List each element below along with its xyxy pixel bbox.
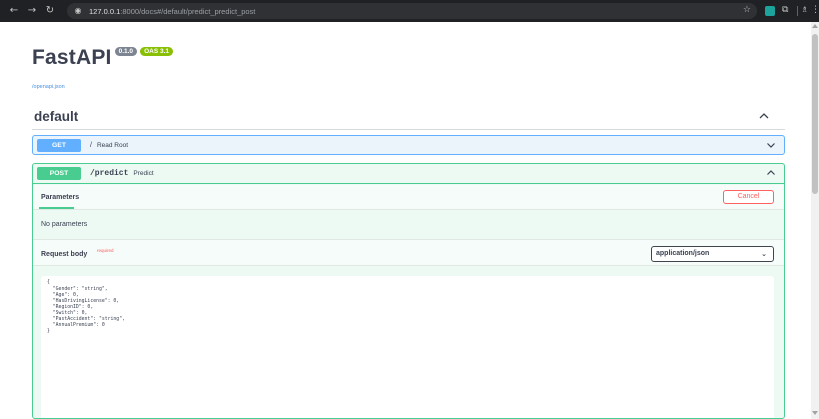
code-line: { <box>47 280 50 285</box>
extensions-puzzle-icon[interactable]: ⧉ <box>782 5 793 17</box>
active-tab-indicator <box>39 207 74 209</box>
method-badge-get: GET <box>37 138 81 152</box>
method-badge-post: POST <box>37 167 81 180</box>
code-line: "Switch": 0, <box>47 311 88 316</box>
code-line: "Age": 0, <box>47 293 79 298</box>
section-divider <box>32 129 785 130</box>
swagger-page: FastAPI 0.1.0 OAS 3.1 /openapi.json defa… <box>0 22 811 419</box>
operation-path: /predict <box>90 169 129 178</box>
extension-icon[interactable] <box>765 6 775 16</box>
operation-post-predict: POST /predict Predict Parameters Cancel … <box>32 163 785 419</box>
browser-toolbar: ← → ↻ ◉ 127.0.0.1:8000/docs#/default/pre… <box>0 0 819 22</box>
scroll-up-arrow-icon[interactable] <box>812 24 818 28</box>
openapi-json-link[interactable]: /openapi.json <box>32 84 65 90</box>
api-title-row: FastAPI 0.1.0 OAS 3.1 <box>32 46 173 70</box>
chevron-up-icon[interactable] <box>766 168 776 178</box>
code-line: "AnnualPremium": 0 <box>47 323 105 328</box>
address-bar[interactable]: ◉ 127.0.0.1:8000/docs#/default/predict_p… <box>67 3 757 19</box>
chevron-up-icon[interactable] <box>758 110 770 122</box>
scroll-down-arrow-icon[interactable] <box>812 411 818 415</box>
operation-get-root[interactable]: GET / Read Root <box>32 135 785 155</box>
toolbar-divider <box>797 6 798 16</box>
code-line: } <box>47 329 50 334</box>
site-info-icon[interactable]: ◉ <box>73 6 83 16</box>
code-line: "HasDrivingLicense": 0, <box>47 299 120 304</box>
chevron-down-icon: ⌄ <box>761 250 767 258</box>
profile-icon[interactable]: ♗ <box>801 5 810 17</box>
operation-header[interactable]: POST /predict Predict <box>33 164 784 184</box>
cancel-button[interactable]: Cancel <box>723 190 774 204</box>
section-title[interactable]: default <box>34 109 78 124</box>
parameters-bar: Parameters Cancel <box>33 185 784 210</box>
content-type-value: application/json <box>656 250 710 257</box>
operation-path: / <box>90 141 92 149</box>
content-type-select[interactable]: application/json ⌄ <box>651 246 774 262</box>
operation-summary: Read Root <box>96 141 129 149</box>
back-arrow-icon[interactable]: ← <box>7 4 21 18</box>
code-line: "RegionID": 0, <box>47 305 94 310</box>
request-body-editor[interactable]: { "Gender": "string", "Age": 0, "HasDriv… <box>41 276 774 418</box>
forward-arrow-icon[interactable]: → <box>25 4 39 18</box>
reload-icon[interactable]: ↻ <box>43 4 57 18</box>
tab-parameters[interactable]: Parameters <box>41 194 79 201</box>
scrollbar-thumb[interactable] <box>812 34 818 194</box>
no-parameters-text: No parameters <box>41 221 88 228</box>
request-body-bar: Request body required application/json ⌄ <box>33 239 784 266</box>
operation-summary: Predict <box>133 170 154 177</box>
code-line: "Gender": "string", <box>47 287 108 292</box>
oas-badge: OAS 3.1 <box>140 47 173 56</box>
version-badge: 0.1.0 <box>114 47 138 56</box>
browser-menu-icon[interactable]: ⋮ <box>811 5 819 15</box>
page-scrollbar[interactable] <box>811 22 819 419</box>
page-title: FastAPI <box>32 46 112 69</box>
chevron-down-icon[interactable] <box>766 140 776 150</box>
required-marker: required <box>97 248 114 253</box>
request-body-label: Request body <box>41 251 88 258</box>
bookmark-star-icon[interactable]: ☆ <box>743 5 751 15</box>
code-line: "PastAccident": "string", <box>47 317 125 322</box>
url-text: 127.0.0.1:8000/docs#/default/predict_pre… <box>89 6 256 16</box>
